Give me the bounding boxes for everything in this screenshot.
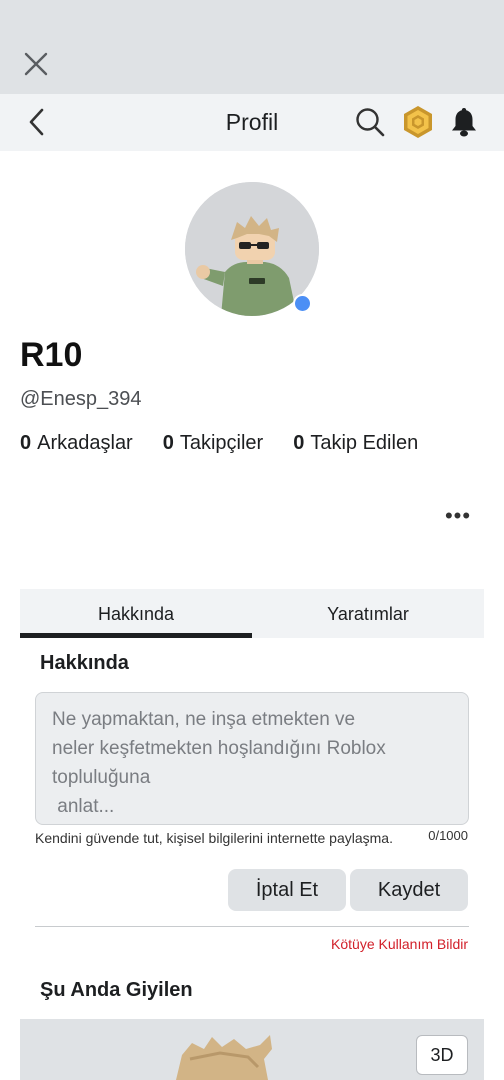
notifications-button[interactable] [446,104,482,140]
divider [35,926,469,927]
cancel-button[interactable]: İptal Et [228,869,346,911]
display-name: R10 [20,336,83,374]
profile-tabs: Hakkında Yaratımlar [20,589,484,638]
stat-label: Arkadaşlar [37,432,133,454]
stat-count: 0 [293,432,305,454]
privacy-hint: Kendini güvende tut, kişisel bilgilerini… [35,830,393,846]
about-placeholder: Ne yapmaktan, ne inşa etmekten ve neler … [52,709,386,817]
save-button[interactable]: Kaydet [350,869,468,911]
stat-label: Takip Edilen [310,432,419,454]
profile-stats: 0 Arkadaşlar 0 Takipçiler 0 Takip Edilen [20,432,448,455]
username: @Enesp_394 [20,388,142,410]
character-counter: 0/1000 [428,828,468,843]
stat-count: 0 [20,432,32,454]
search-icon [356,108,385,137]
more-options-button[interactable]: ••• [440,502,476,530]
stat-following[interactable]: 0 Takip Edilen [293,432,418,455]
tab-about[interactable]: Hakkında [20,589,252,638]
stat-label: Takipçiler [179,432,264,454]
bell-icon [452,108,476,137]
currently-wearing-panel: 3D [20,1019,484,1080]
stat-count: 0 [162,432,174,454]
search-button[interactable] [352,104,388,140]
robux-button[interactable] [400,104,436,140]
top-navbar: Profil [0,94,504,151]
stat-friends[interactable]: 0 Arkadaşlar [20,432,133,455]
avatar[interactable] [185,182,319,316]
online-status-dot [293,294,312,313]
about-section-title: Hakkında [40,652,129,674]
system-top-strip [0,0,504,94]
close-button[interactable] [20,48,52,80]
currently-wearing-title: Şu Anda Giyilen [40,979,193,1001]
tab-creations[interactable]: Yaratımlar [252,589,484,638]
close-icon [24,52,48,76]
stat-followers[interactable]: 0 Takipçiler [163,432,263,455]
avatar-preview-image [176,1035,272,1080]
report-abuse-link[interactable]: Kötüye Kullanım Bildir [331,936,468,952]
view-3d-button[interactable]: 3D [416,1035,468,1075]
robux-icon [404,106,432,138]
about-textarea[interactable]: Ne yapmaktan, ne inşa etmekten ve neler … [35,692,469,825]
